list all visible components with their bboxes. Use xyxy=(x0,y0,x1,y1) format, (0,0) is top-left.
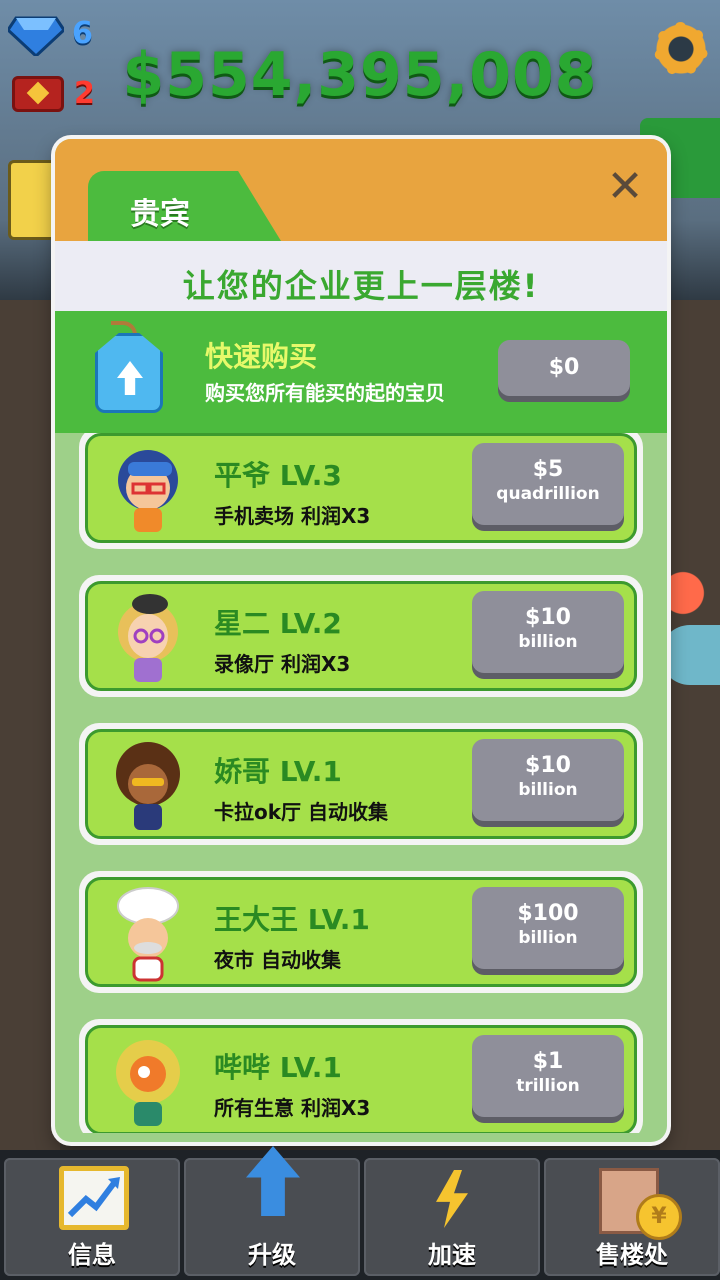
coin-icon: ¥ xyxy=(636,1194,682,1240)
lightning-icon xyxy=(436,1170,468,1228)
nav-item-info[interactable]: 信息 xyxy=(4,1158,180,1276)
list-item: 娇哥 LV.1 卡拉ok厅 自动收集 $10 billion xyxy=(79,723,643,845)
list-item: 平爷 LV.3 手机卖场 利润X3 $5 quadrillion xyxy=(79,433,643,549)
manager-list[interactable]: 平爷 LV.3 手机卖场 利润X3 $5 quadrillion 星二 LV.2… xyxy=(79,433,643,1133)
price-value: $1 xyxy=(532,1049,564,1074)
price-unit: billion xyxy=(518,632,578,652)
price-unit: billion xyxy=(518,780,578,800)
manager-name: 王大王 LV.1 xyxy=(214,903,370,936)
crab-platform xyxy=(660,625,720,685)
price-value: $10 xyxy=(525,605,571,630)
price-unit: quadrillion xyxy=(496,484,600,504)
manager-avatar xyxy=(117,887,179,982)
close-icon[interactable]: ✕ xyxy=(603,165,647,209)
manager-description: 夜市 自动收集 xyxy=(214,948,341,972)
nav-label: 信息 xyxy=(68,1241,116,1269)
manager-name: 平爷 LV.3 xyxy=(214,459,342,492)
manager-avatar xyxy=(116,1040,180,1126)
nav-label: 升级 xyxy=(248,1241,296,1269)
nav-item-boost[interactable]: 加速 xyxy=(364,1158,540,1276)
manager-avatar xyxy=(116,742,180,830)
manager-description: 所有生意 利润X3 xyxy=(214,1096,371,1120)
manager-name: 娇哥 LV.1 xyxy=(214,755,342,788)
list-item: 星二 LV.2 录像厅 利润X3 $10 billion xyxy=(79,575,643,697)
building-right-edge xyxy=(660,300,720,1150)
hire-button[interactable]: $5 quadrillion xyxy=(472,443,624,525)
list-item: 哔哔 LV.1 所有生意 利润X3 $1 trillion xyxy=(79,1019,643,1133)
list-item: 王大王 LV.1 夜市 自动收集 $100 billion xyxy=(79,871,643,993)
price-value: $5 xyxy=(532,457,564,482)
hire-button[interactable]: $100 billion xyxy=(472,887,624,969)
chart-icon xyxy=(59,1166,129,1230)
gear-icon[interactable] xyxy=(650,18,712,80)
nav-item-upgrade[interactable]: 升级 xyxy=(184,1146,360,1276)
nav-item-sales-office[interactable]: ¥ 售楼处 xyxy=(544,1158,720,1276)
price-value: $100 xyxy=(517,901,579,926)
nav-label: 加速 xyxy=(428,1241,476,1269)
quick-buy-description: 购买您所有能买的起的宝贝 xyxy=(205,381,445,405)
manager-description: 卡拉ok厅 自动收集 xyxy=(214,800,389,824)
hire-button[interactable]: $1 trillion xyxy=(472,1035,624,1117)
building-left-edge xyxy=(0,300,60,1150)
manager-avatar xyxy=(118,594,178,682)
manager-avatar xyxy=(118,450,178,532)
price-value: $10 xyxy=(525,753,571,778)
quick-buy-title: 快速购买 xyxy=(205,340,318,373)
dialog-subtitle: 让您的企业更上一层楼! xyxy=(182,267,540,305)
manager-description: 录像厅 利润X3 xyxy=(214,652,351,676)
price-unit: trillion xyxy=(516,1076,580,1096)
manager-name: 星二 LV.2 xyxy=(214,607,342,640)
hire-button[interactable]: $10 billion xyxy=(472,591,624,673)
vip-dialog: 贵宾 ✕ 让您的企业更上一层楼! 快速购买 购买您所有能买的起的宝贝 $0 平爷… xyxy=(55,139,667,1142)
hire-button[interactable]: $10 billion xyxy=(472,739,624,821)
quick-buy-button[interactable]: $0 xyxy=(498,340,630,396)
tab-vip-label: 贵宾 xyxy=(130,197,190,232)
money-total: $554,395,008 xyxy=(122,40,598,110)
nav-label: 售楼处 xyxy=(596,1241,668,1269)
manager-name: 哔哔 LV.1 xyxy=(214,1051,342,1084)
manager-description: 手机卖场 利润X3 xyxy=(214,504,371,528)
price-unit: billion xyxy=(518,928,578,948)
